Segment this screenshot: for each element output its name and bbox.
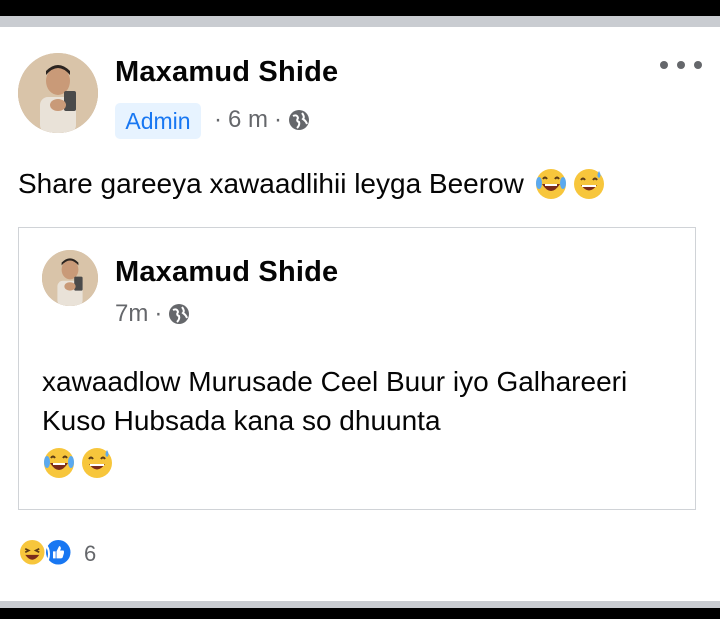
more-options-icon[interactable]	[660, 54, 702, 76]
grinning-sweat-emoji	[572, 167, 606, 201]
globe-icon[interactable]	[288, 109, 310, 131]
laughing-tears-emoji	[42, 446, 76, 480]
haha-reaction-icon[interactable]	[18, 538, 50, 570]
shared-post-emojis	[42, 446, 118, 480]
reactions-summary[interactable]: 6	[18, 538, 96, 570]
feed-separator-bottom	[0, 601, 720, 608]
post-meta: · 6 m ·	[208, 106, 310, 134]
admin-badge[interactable]: Admin	[115, 103, 201, 139]
author-avatar[interactable]	[18, 53, 98, 133]
reaction-count[interactable]: 6	[84, 541, 96, 567]
post-text-content: Share gareeya xawaadlihii leyga Beerow	[18, 168, 524, 199]
bottom-system-bar	[0, 608, 720, 619]
globe-icon[interactable]	[168, 303, 190, 325]
top-system-bar	[0, 0, 720, 16]
grinning-sweat-emoji	[80, 446, 114, 480]
shared-author-avatar[interactable]	[42, 250, 98, 306]
meta-separator: ·	[274, 106, 283, 133]
post-text: Share gareeya xawaadlihii leyga Beerow	[18, 167, 606, 201]
shared-author-name[interactable]: Maxamud Shide	[115, 256, 338, 289]
shared-post-text: xawaadlow Murusade Ceel Buur iyo Galhare…	[42, 366, 628, 436]
meta-separator: ·	[154, 300, 163, 327]
shared-post-time[interactable]: 7m	[115, 300, 148, 328]
post-time[interactable]: 6 m	[228, 106, 268, 134]
laughing-tears-emoji	[534, 167, 568, 201]
author-name[interactable]: Maxamud Shide	[115, 56, 338, 89]
feed-separator-top	[0, 16, 720, 27]
shared-post-meta: 7m ·	[115, 300, 190, 328]
meta-separator: ·	[214, 106, 222, 133]
